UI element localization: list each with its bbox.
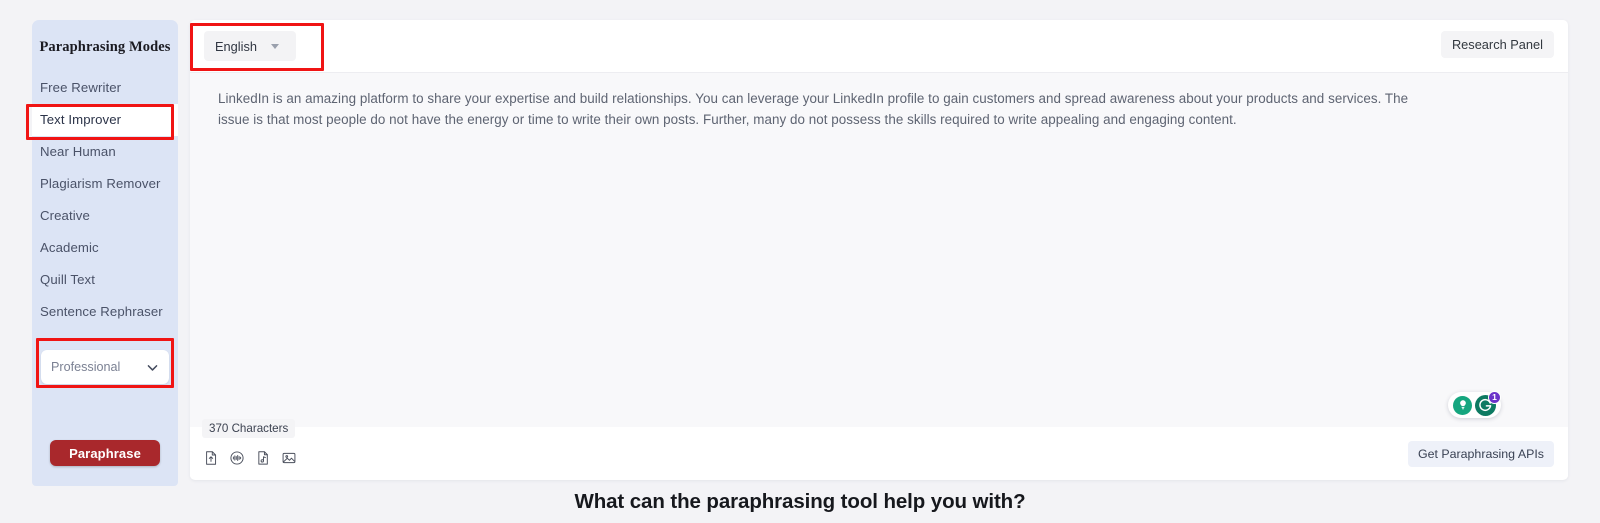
sidebar-item-plagiarism-remover[interactable]: Plagiarism Remover (32, 168, 178, 200)
editor-header: English Research Panel (190, 20, 1568, 73)
language-select[interactable]: English (204, 31, 296, 61)
sidebar-item-creative[interactable]: Creative (32, 200, 178, 232)
caret-down-icon (270, 43, 279, 49)
tone-select-value: Professional (51, 360, 121, 374)
editor-footer: 370 Characters Get Paraphrasing APIs (190, 419, 1568, 479)
assistant-widget[interactable]: 1 (1448, 390, 1501, 418)
page-section-heading: What can the paraphrasing tool help you … (574, 490, 1026, 513)
character-count: 370 Characters (202, 419, 296, 438)
music-note-document-icon[interactable] (255, 450, 271, 466)
paraphrasing-modes-sidebar: Paraphrasing Modes Free Rewriter Text Im… (32, 20, 178, 486)
image-icon[interactable] (281, 450, 297, 466)
audio-waveform-icon[interactable] (229, 450, 245, 466)
sidebar-item-near-human[interactable]: Near Human (32, 136, 178, 168)
editor-text-content[interactable]: LinkedIn is an amazing platform to share… (218, 89, 1443, 130)
research-panel-button[interactable]: Research Panel (1440, 31, 1554, 58)
lightbulb-icon[interactable] (1453, 395, 1472, 415)
sidebar-item-academic[interactable]: Academic (32, 232, 178, 264)
tone-select[interactable]: Professional (41, 350, 169, 384)
language-select-value: English (215, 38, 257, 54)
sidebar-item-sentence-rephraser[interactable]: Sentence Rephraser (32, 296, 178, 328)
upload-file-icon[interactable] (203, 450, 219, 466)
editor-tool-icons (203, 450, 297, 466)
mode-list: Free Rewriter Text Improver Near Human P… (32, 72, 178, 328)
sidebar-item-text-improver[interactable]: Text Improver (32, 104, 178, 136)
app-root: Paraphrasing Modes Free Rewriter Text Im… (0, 0, 1600, 523)
editor-body[interactable]: LinkedIn is an amazing platform to share… (190, 73, 1568, 427)
tone-select-wrapper: Professional (41, 350, 169, 384)
paraphrase-button[interactable]: Paraphrase (50, 440, 160, 466)
grammarly-g-icon[interactable]: 1 (1475, 390, 1501, 416)
get-paraphrasing-apis-button[interactable]: Get Paraphrasing APIs (1407, 441, 1554, 467)
sidebar-title: Paraphrasing Modes (39, 39, 171, 55)
sidebar-item-quill-text[interactable]: Quill Text (32, 264, 178, 296)
assistant-badge-count: 1 (1488, 390, 1501, 404)
editor-card: English Research Panel LinkedIn is an am… (190, 20, 1568, 480)
chevron-down-icon (146, 361, 159, 374)
sidebar-item-free-rewriter[interactable]: Free Rewriter (32, 72, 178, 104)
